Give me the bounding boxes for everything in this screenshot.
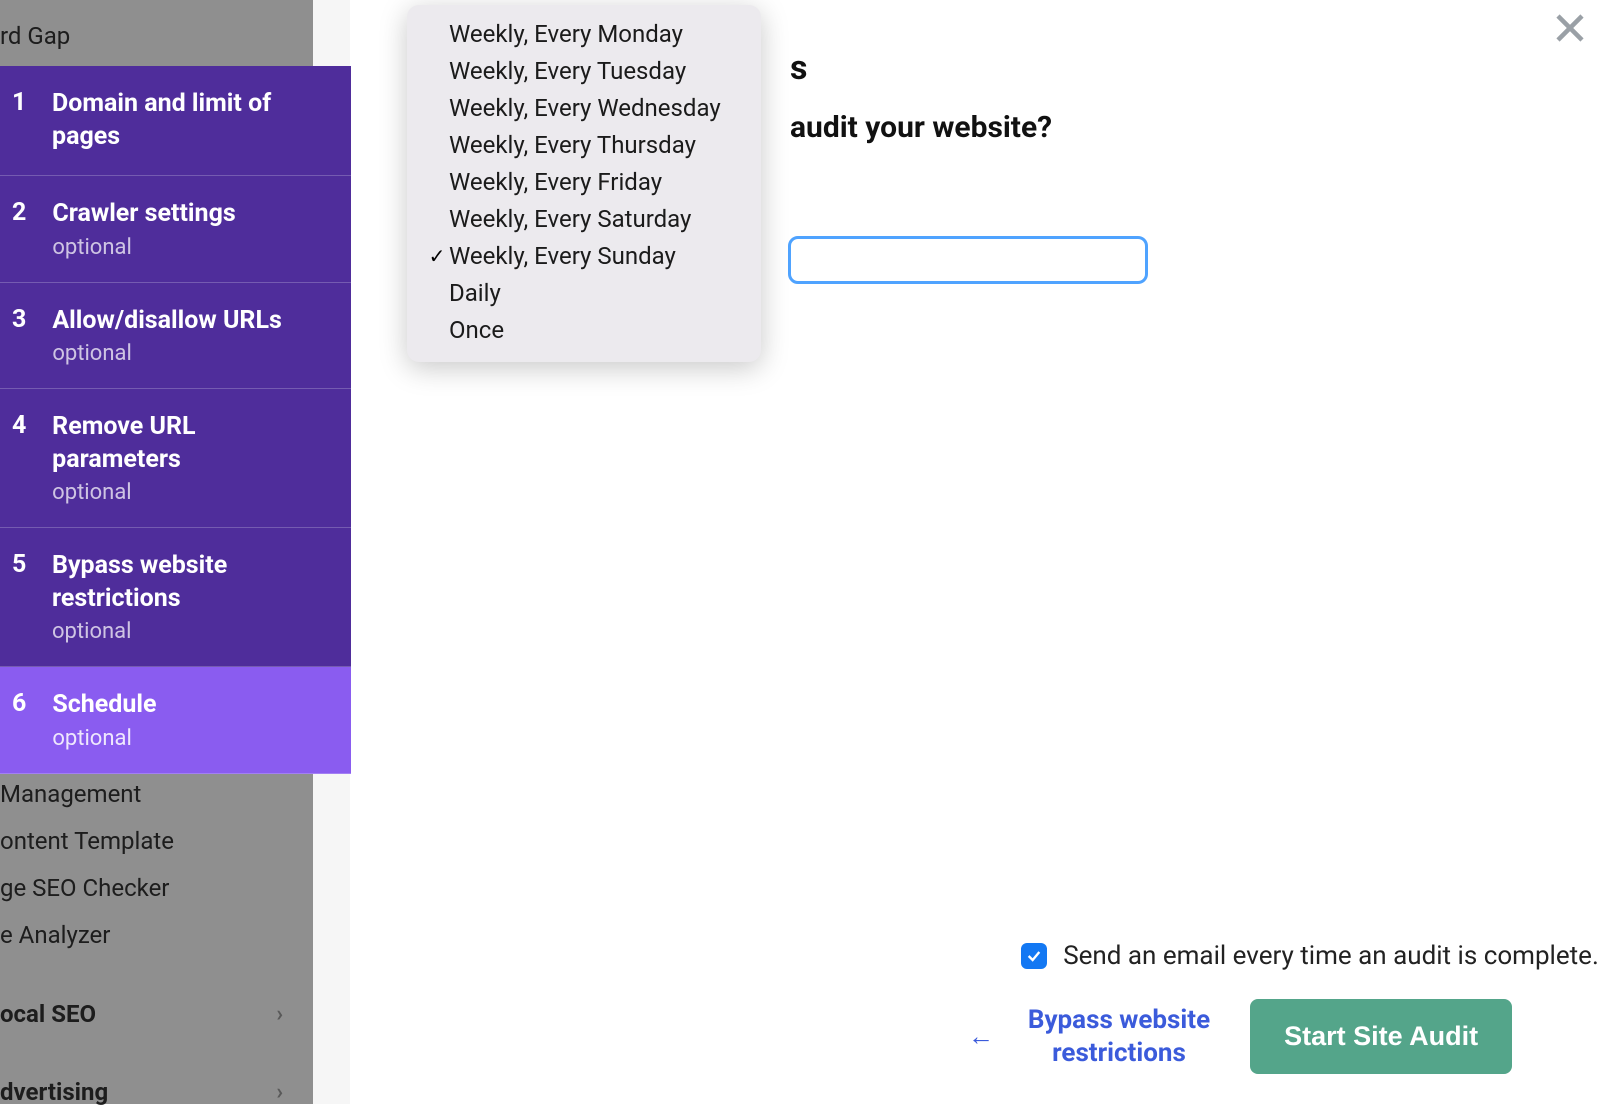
schedule-select[interactable] [788,236,1148,284]
schedule-option-label: Weekly, Every Saturday [447,205,691,233]
wizard-step-subtitle: optional [52,480,327,505]
wizard-step-3[interactable]: 3 Allow/disallow URLs optional [0,283,351,390]
wizard-step-number: 5 [12,550,26,644]
schedule-option-label: Daily [447,279,501,307]
bg-nav-item: Management [0,770,313,818]
chevron-right-icon: › [276,1002,283,1027]
schedule-dropdown-menu[interactable]: Weekly, Every Monday Weekly, Every Tuesda… [407,5,761,362]
wizard-step-2[interactable]: 2 Crawler settings optional [0,176,351,283]
wizard-step-subtitle: optional [52,726,156,751]
wizard-step-title: Domain and limit of pages [52,88,327,153]
wizard-step-number: 2 [12,198,26,260]
modal-content: s audit your website? [720,0,1570,1104]
email-notify-checkbox[interactable] [1021,943,1047,969]
schedule-option[interactable]: Weekly, Every Monday [407,15,761,52]
modal-actions: ← Bypass websiterestrictions Start Site … [840,999,1600,1074]
schedule-option[interactable]: Weekly, Every Thursday [407,126,761,163]
back-button-label: Bypass websiterestrictions [1028,1004,1210,1069]
schedule-option-label: Weekly, Every Sunday [447,242,676,270]
chevron-right-icon: › [276,1080,283,1105]
wizard-step-title: Crawler settings [52,198,235,231]
wizard-step-6[interactable]: 6 Schedule optional [0,667,351,774]
wizard-step-title: Allow/disallow URLs [52,305,281,338]
wizard-step-1[interactable]: 1 Domain and limit of pages [0,66,351,176]
arrow-left-icon: ← [968,1021,994,1052]
schedule-question: audit your website? [790,110,1530,145]
modal-footer: Send an email every time an audit is com… [770,941,1570,1074]
wizard-step-title: Schedule [52,689,156,722]
start-site-audit-button[interactable]: Start Site Audit [1250,999,1512,1074]
wizard-step-subtitle: optional [52,619,327,644]
wizard-step-title: Bypass website restrictions [52,550,327,615]
wizard-step-4[interactable]: 4 Remove URL parameters optional [0,389,351,528]
page-title: s [790,48,1530,88]
schedule-option-label: Weekly, Every Wednesday [447,94,721,122]
back-button[interactable]: ← Bypass websiterestrictions [968,1004,1210,1069]
schedule-option[interactable]: Weekly, Every Wednesday [407,89,761,126]
schedule-option[interactable]: Weekly, Every Tuesday [407,52,761,89]
bg-nav-item: ge SEO Checker [0,864,313,912]
wizard-step-number: 1 [12,88,26,153]
bg-nav-item: e Analyzer [0,911,313,959]
bg-nav-group-local: ocal SEO › [0,990,313,1038]
bg-nav-group-label: dvertising [0,1078,108,1106]
check-icon [427,244,447,268]
schedule-option[interactable]: Weekly, Every Saturday [407,200,761,237]
check-icon [1026,948,1042,964]
bg-nav-item: rd Gap [0,12,313,60]
wizard-step-number: 3 [12,305,26,367]
wizard-step-subtitle: optional [52,341,281,366]
bg-nav-group-advertising: dvertising › [0,1068,313,1116]
schedule-option-label: Weekly, Every Thursday [447,131,696,159]
schedule-option[interactable]: Daily [407,274,761,311]
bg-nav-group-label: ocal SEO [0,1000,96,1028]
schedule-option-label: Once [447,316,504,344]
wizard-step-title: Remove URL parameters [52,411,327,476]
wizard-steps-sidebar: 1 Domain and limit of pages 2 Crawler setti… [0,66,351,774]
schedule-option-label: Weekly, Every Monday [447,20,683,48]
wizard-step-subtitle: optional [52,235,235,260]
schedule-option[interactable]: Weekly, Every Friday [407,163,761,200]
schedule-option[interactable]: Weekly, Every Sunday [407,237,761,274]
schedule-option-label: Weekly, Every Friday [447,168,662,196]
wizard-step-5[interactable]: 5 Bypass website restrictions optional [0,528,351,667]
schedule-option-label: Weekly, Every Tuesday [447,57,686,85]
email-notify-row: Send an email every time an audit is com… [910,941,1600,971]
wizard-step-number: 6 [12,689,26,751]
email-notify-label: Send an email every time an audit is com… [1063,941,1599,971]
bg-nav-item: ontent Template [0,817,313,865]
wizard-step-number: 4 [12,411,26,505]
schedule-option[interactable]: Once [407,311,761,348]
